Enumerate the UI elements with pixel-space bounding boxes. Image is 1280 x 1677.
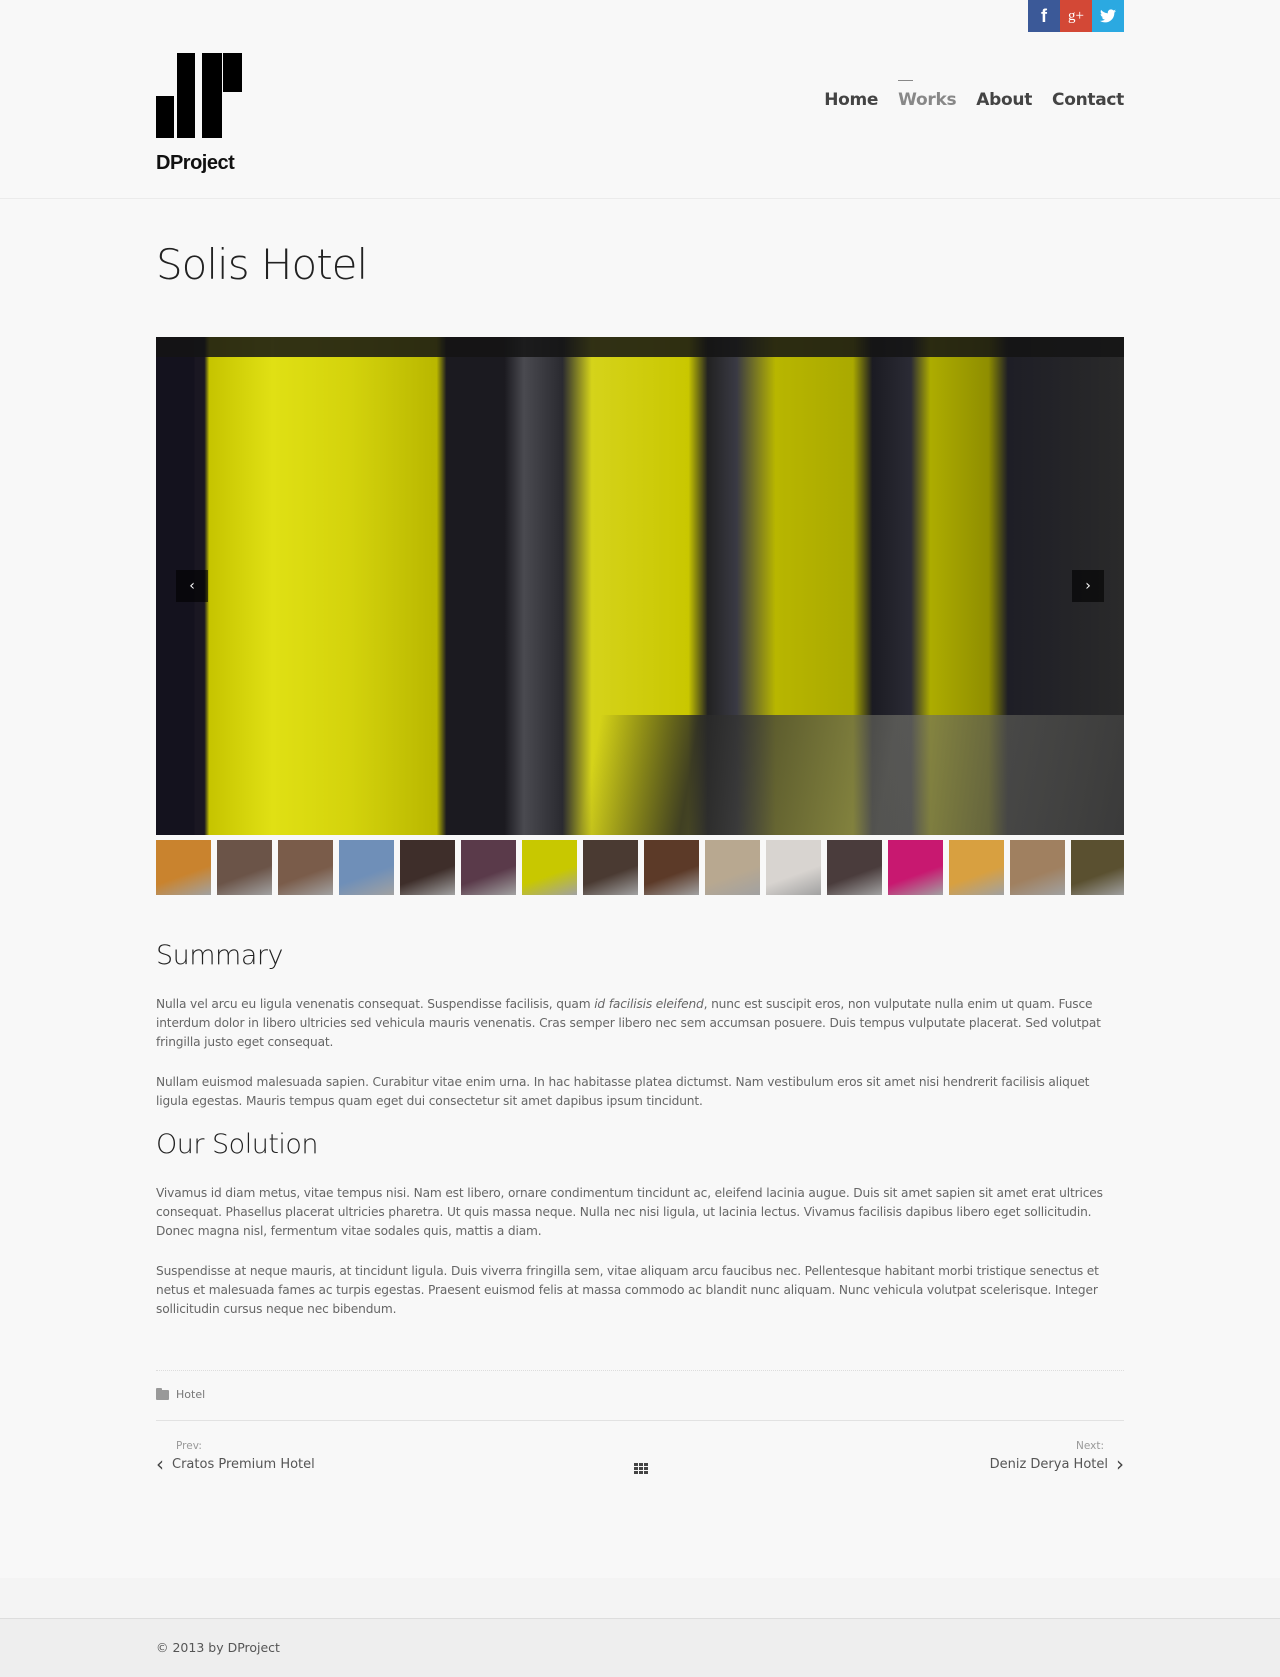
slider-next-button[interactable]: › [1072, 570, 1104, 602]
slider-thumbnail[interactable] [278, 840, 333, 895]
facebook-link[interactable]: f [1028, 0, 1060, 32]
next-post-title: Deniz Derya Hotel [989, 1456, 1108, 1472]
logo-bar [156, 96, 174, 138]
logo-bar [223, 53, 242, 92]
slider-thumbnail[interactable] [400, 840, 455, 895]
site-logo[interactable]: DProject [156, 52, 242, 178]
summary-heading: Summary [156, 940, 283, 971]
slider-thumbnail[interactable] [1071, 840, 1124, 895]
slider-thumbnail[interactable] [766, 840, 821, 895]
prev-post-link[interactable]: Prev: ‹ Cratos Premium Hotel [156, 1440, 315, 1474]
grid-cell [634, 1471, 638, 1474]
nav-about[interactable]: About [976, 90, 1032, 110]
logo-bar [202, 53, 222, 138]
emphasis-text: id facilisis eleifend [594, 997, 704, 1011]
chevron-right-icon: › [1085, 578, 1091, 594]
solution-heading: Our Solution [156, 1129, 319, 1160]
category-link[interactable]: Hotel [176, 1388, 205, 1401]
next-label: Next: [1076, 1440, 1104, 1452]
footer: © 2013 by DProject [0, 1618, 1280, 1677]
postnav-divider [156, 1420, 1124, 1421]
slider-prev-button[interactable]: ‹ [176, 570, 208, 602]
category-meta: Hotel [156, 1387, 205, 1401]
post-navigation: Prev: ‹ Cratos Premium Hotel Next: Deniz … [156, 1440, 1124, 1480]
nav-home[interactable]: Home [824, 90, 878, 110]
meta-divider [156, 1370, 1124, 1371]
google-plus-icon: g+ [1068, 7, 1084, 24]
twitter-link[interactable] [1092, 0, 1124, 32]
slider-thumbnail[interactable] [461, 840, 516, 895]
twitter-icon [1100, 9, 1116, 23]
slider-thumbnail[interactable] [949, 840, 1004, 895]
social-links: f g+ [1028, 0, 1124, 32]
slide-floor [156, 715, 1124, 835]
grid-cell [639, 1467, 643, 1470]
facebook-icon: f [1041, 5, 1047, 26]
grid-cell [644, 1463, 648, 1466]
main-nav: Home Works About Contact [804, 80, 1124, 110]
header-divider [0, 198, 1280, 199]
pre-footer [0, 1578, 1280, 1618]
thumbnail-strip [156, 840, 1124, 895]
solution-paragraph-2: Suspendisse at neque mauris, at tincidun… [156, 1264, 1099, 1316]
chevron-left-icon: ‹ [156, 1452, 164, 1476]
summary-paragraph-2: Nullam euismod malesuada sapien. Curabit… [156, 1075, 1090, 1108]
slider-thumbnail[interactable] [827, 840, 882, 895]
text-span: Nulla vel arcu eu ligula venenatis conse… [156, 997, 595, 1011]
slider-thumbnail[interactable] [217, 840, 272, 895]
slider-thumbnail[interactable] [705, 840, 760, 895]
nav-contact[interactable]: Contact [1052, 90, 1124, 110]
chevron-left-icon: ‹ [189, 578, 195, 594]
logo-bar [177, 53, 195, 138]
prev-label: Prev: [176, 1440, 202, 1452]
grid-cell [639, 1463, 643, 1466]
slider-thumbnail[interactable] [339, 840, 394, 895]
google-plus-link[interactable]: g+ [1060, 0, 1092, 32]
slider-thumbnail[interactable] [583, 840, 638, 895]
solution-paragraph-1: Vivamus id diam metus, vitae tempus nisi… [156, 1186, 1103, 1238]
chevron-right-icon: › [1116, 1452, 1124, 1476]
slider-thumbnail[interactable] [888, 840, 943, 895]
grid-cell [644, 1467, 648, 1470]
slider-thumbnail[interactable] [644, 840, 699, 895]
folder-icon [156, 1387, 169, 1400]
slider-thumbnail[interactable] [156, 840, 211, 895]
grid-icon[interactable] [634, 1463, 648, 1474]
nav-works[interactable]: Works [898, 80, 957, 110]
grid-cell [639, 1471, 643, 1474]
next-post-link[interactable]: Next: Deniz Derya Hotel › [990, 1440, 1124, 1474]
grid-cell [634, 1463, 638, 1466]
grid-cell [644, 1471, 648, 1474]
logo-text: DProject [156, 152, 235, 174]
image-slider[interactable]: ‹ › [156, 337, 1124, 835]
copyright: © 2013 by DProject [156, 1640, 280, 1655]
prev-post-title: Cratos Premium Hotel [172, 1456, 315, 1472]
slider-thumbnail[interactable] [522, 840, 577, 895]
grid-cell [634, 1467, 638, 1470]
slide-ceiling [156, 337, 1124, 357]
page-title: Solis Hotel [156, 240, 368, 289]
slider-thumbnail[interactable] [1010, 840, 1065, 895]
summary-paragraph-1: Nulla vel arcu eu ligula venenatis conse… [156, 995, 1124, 1052]
